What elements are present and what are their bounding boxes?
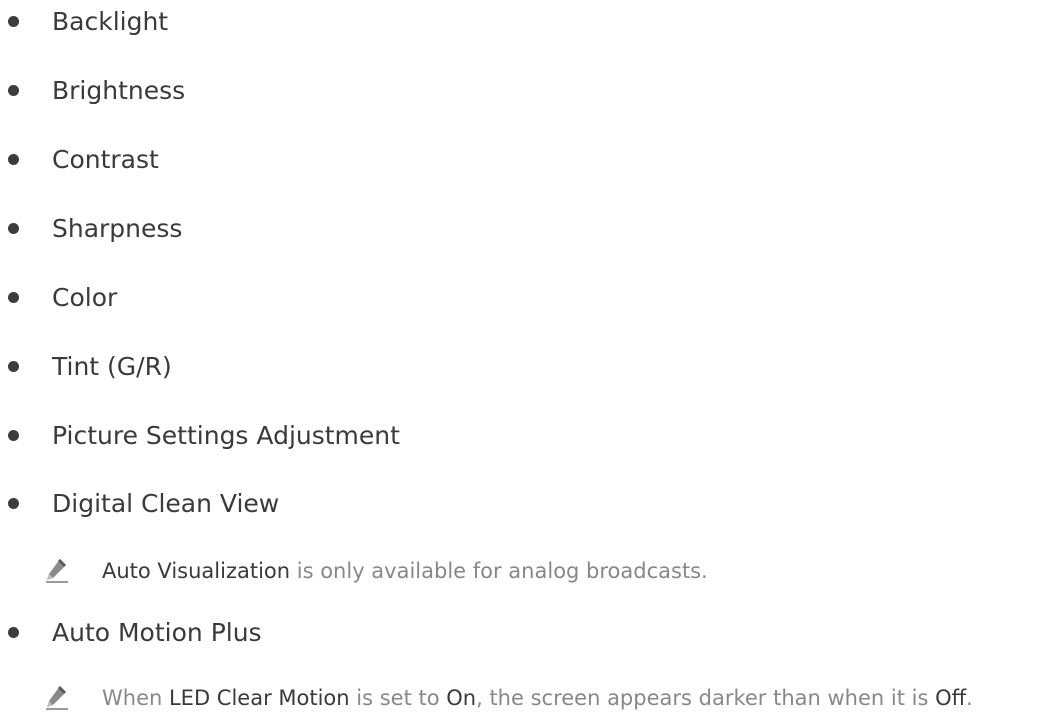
note-text: Auto Visualization is only available for…: [102, 557, 708, 585]
list-item-brightness: Brightness: [0, 71, 1058, 111]
note-digital-clean-view: Auto Visualization is only available for…: [0, 553, 1058, 589]
bullet-icon: [8, 627, 19, 638]
list-item-contrast: Contrast: [0, 140, 1058, 180]
note-text-part: is set to: [349, 686, 447, 710]
list-item-sharpness: Sharpness: [0, 209, 1058, 249]
bullet-icon: [8, 85, 19, 96]
item-label: Contrast: [52, 145, 159, 174]
bullet-icon: [8, 16, 19, 27]
note-text-part: is only available for analog broadcasts.: [290, 559, 708, 583]
list-item-picture-settings-adjustment: Picture Settings Adjustment: [0, 416, 1058, 456]
bullet-icon: [8, 361, 19, 372]
list-item-tint: Tint (G/R): [0, 347, 1058, 387]
bullet-icon: [8, 430, 19, 441]
note-text-part: .: [966, 686, 973, 710]
bullet-icon: [8, 292, 19, 303]
note-keyword: Off: [935, 686, 967, 710]
bullet-icon: [8, 498, 19, 509]
list-item-color: Color: [0, 278, 1058, 318]
note-keyword: LED Clear Motion: [168, 686, 350, 710]
list-item-auto-motion-plus: Auto Motion Plus: [0, 613, 1058, 653]
item-label: Color: [52, 283, 118, 312]
list-item-digital-clean-view: Digital Clean View: [0, 484, 1058, 524]
list-item-backlight: Backlight: [0, 2, 1058, 42]
note-text-part: When: [102, 686, 169, 710]
item-label: Tint (G/R): [52, 352, 172, 381]
item-label: Picture Settings Adjustment: [52, 421, 400, 450]
note-keyword: Auto Visualization: [102, 559, 291, 583]
bullet-icon: [8, 223, 19, 234]
note-keyword: On: [446, 686, 477, 710]
item-label: Auto Motion Plus: [52, 618, 262, 647]
item-label: Sharpness: [52, 214, 183, 243]
note-text: When LED Clear Motion is set to On, the …: [102, 684, 973, 712]
item-label: Backlight: [52, 7, 169, 36]
item-label: Brightness: [52, 76, 186, 105]
pencil-icon: [46, 686, 68, 710]
bullet-icon: [8, 154, 19, 165]
note-text-part: , the screen appears darker than when it…: [476, 686, 936, 710]
item-label: Digital Clean View: [52, 489, 280, 518]
pencil-icon: [46, 559, 68, 583]
